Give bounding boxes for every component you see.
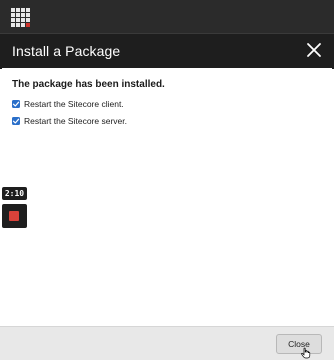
stop-recording-button[interactable] xyxy=(2,204,27,228)
dialog-body: The package has been installed. Restart … xyxy=(2,68,332,326)
dialog-footer: Close xyxy=(0,326,334,360)
restart-server-option[interactable]: Restart the Sitecore server. xyxy=(12,115,127,127)
dialog-title: Install a Package xyxy=(12,43,121,59)
restart-client-label: Restart the Sitecore client. xyxy=(24,99,124,109)
dialog-header: Install a Package xyxy=(0,33,334,69)
checkmark-icon xyxy=(12,101,20,107)
hand-pointer-icon xyxy=(301,347,311,359)
recording-timer: 2:10 xyxy=(2,187,27,200)
top-bar xyxy=(0,0,334,33)
restart-client-checkbox[interactable] xyxy=(12,100,20,108)
stop-icon xyxy=(9,211,19,221)
restart-client-option[interactable]: Restart the Sitecore client. xyxy=(12,98,124,110)
install-status-message: The package has been installed. xyxy=(12,79,165,90)
close-button[interactable]: Close xyxy=(276,334,322,354)
close-icon[interactable] xyxy=(305,40,323,60)
checkmark-icon xyxy=(12,118,20,124)
restart-server-checkbox[interactable] xyxy=(12,117,20,125)
app-grid-icon[interactable] xyxy=(11,8,31,28)
restart-server-label: Restart the Sitecore server. xyxy=(24,116,127,126)
